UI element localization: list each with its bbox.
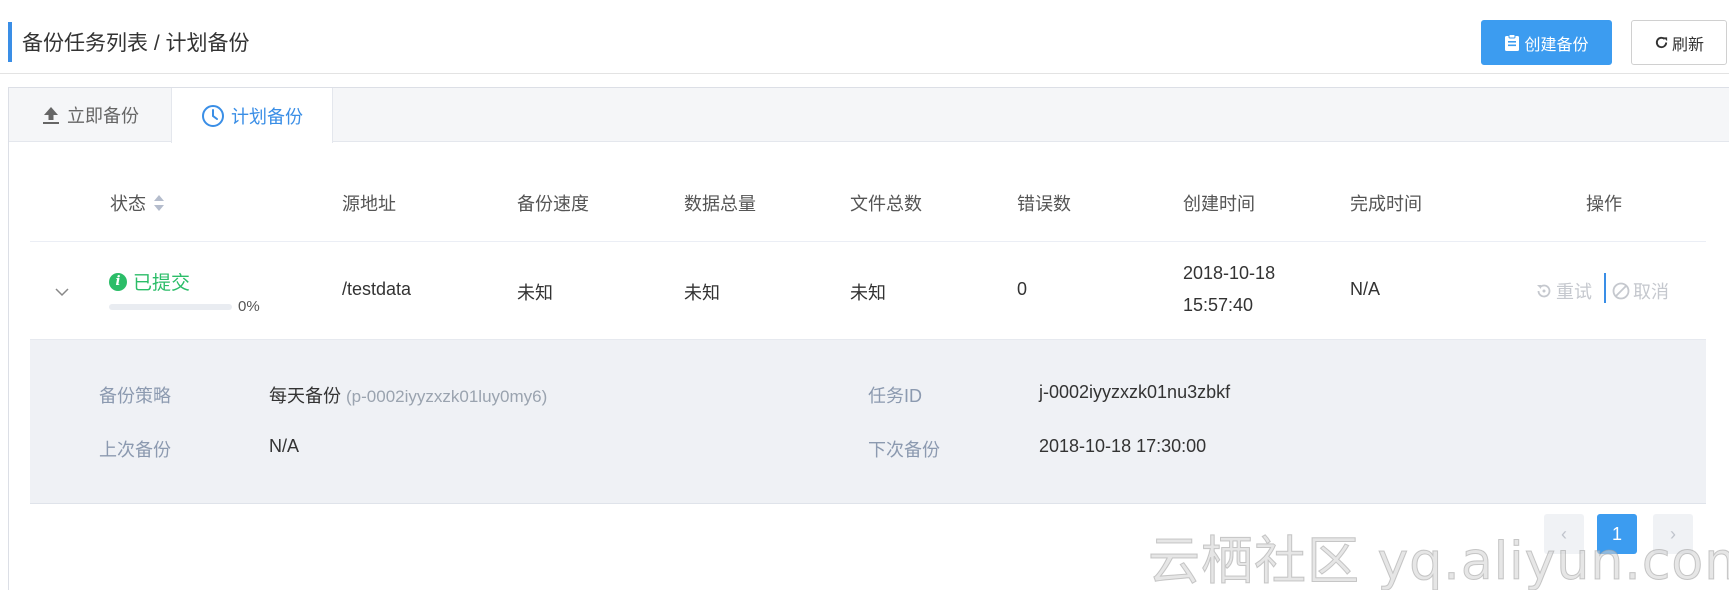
task-id-value: j-0002iyyzxzk01nu3zbkf bbox=[1039, 382, 1231, 402]
created-date-cell: 2018-10-18 bbox=[1183, 263, 1276, 283]
policy-value: 每天备份 (p-0002iyyzxzk01luy0my6) bbox=[269, 382, 547, 408]
tab-immediate-backup[interactable]: 立即备份 bbox=[9, 88, 171, 142]
row-detail-panel: 备份策略 每天备份 (p-0002iyyzxzk01luy0my6) 任务ID … bbox=[30, 339, 1706, 504]
finished-cell: N/A bbox=[1350, 279, 1381, 299]
sort-icon[interactable] bbox=[152, 193, 166, 213]
last-backup-label: 上次备份 bbox=[99, 440, 171, 460]
policy-id: (p-0002iyyzxzk01luy0my6) bbox=[346, 387, 548, 406]
title-accent-bar bbox=[8, 22, 12, 62]
retry-button[interactable]: 重试 bbox=[1535, 278, 1592, 304]
task-id-label: 任务ID bbox=[868, 386, 922, 406]
pagination-page-1[interactable]: 1 bbox=[1597, 514, 1637, 554]
created-time-cell: 15:57:40 bbox=[1183, 295, 1254, 315]
pagination-next-button[interactable]: › bbox=[1653, 514, 1693, 554]
create-backup-button[interactable]: 创建备份 bbox=[1481, 20, 1612, 65]
status-cell: i 已提交 bbox=[109, 268, 190, 295]
tab-scheduled-backup-label: 计划备份 bbox=[231, 106, 303, 127]
table-header-divider bbox=[30, 241, 1706, 242]
chevron-down-icon[interactable] bbox=[54, 284, 70, 300]
speed-cell: 未知 bbox=[517, 283, 553, 303]
upload-icon bbox=[43, 107, 59, 124]
actions-divider bbox=[1604, 273, 1606, 303]
clipboard-icon bbox=[1505, 33, 1520, 51]
progress-bar bbox=[109, 304, 232, 310]
next-backup-value: 2018-10-18 17:30:00 bbox=[1039, 436, 1207, 456]
total-data-cell: 未知 bbox=[684, 283, 720, 303]
column-header-source: 源地址 bbox=[342, 194, 396, 214]
retry-icon bbox=[1537, 284, 1551, 298]
page-title: 备份任务列表 / 计划备份 bbox=[22, 32, 250, 55]
cancel-button[interactable]: 取消 bbox=[1612, 278, 1669, 304]
clock-icon bbox=[202, 104, 224, 127]
column-header-actions: 操作 bbox=[1586, 194, 1622, 214]
refresh-button[interactable]: 刷新 bbox=[1631, 20, 1727, 65]
column-header-errors: 错误数 bbox=[1017, 194, 1071, 214]
last-backup-value: N/A bbox=[269, 436, 300, 456]
next-backup-label: 下次备份 bbox=[868, 440, 940, 460]
column-header-status[interactable]: 状态 bbox=[110, 190, 166, 216]
tab-bar: 立即备份 计划备份 bbox=[9, 88, 1729, 143]
policy-label: 备份策略 bbox=[99, 386, 171, 406]
column-header-finished: 完成时间 bbox=[1350, 194, 1422, 214]
errors-cell: 0 bbox=[1017, 279, 1028, 299]
source-cell: /testdata bbox=[342, 279, 412, 299]
ban-icon bbox=[1612, 282, 1630, 300]
info-icon: i bbox=[109, 272, 127, 291]
status-text: 已提交 bbox=[133, 273, 191, 294]
refresh-icon bbox=[1655, 36, 1668, 49]
pagination-prev-button[interactable]: ‹ bbox=[1544, 514, 1584, 554]
column-header-speed: 备份速度 bbox=[517, 194, 589, 214]
column-header-created: 创建时间 bbox=[1183, 194, 1255, 214]
create-backup-label: 创建备份 bbox=[1524, 36, 1589, 54]
column-header-total-data: 数据总量 bbox=[684, 194, 756, 214]
progress-text: 0% bbox=[238, 298, 260, 315]
policy-name: 每天备份 bbox=[269, 386, 341, 406]
tab-scheduled-backup[interactable]: 计划备份 bbox=[171, 88, 333, 143]
page-header: 备份任务列表 / 计划备份 创建备份 刷新 bbox=[0, 0, 1729, 74]
tab-immediate-backup-label: 立即备份 bbox=[67, 106, 139, 126]
refresh-label: 刷新 bbox=[1671, 36, 1704, 54]
total-files-cell: 未知 bbox=[850, 283, 886, 303]
column-header-total-files: 文件总数 bbox=[850, 194, 922, 214]
